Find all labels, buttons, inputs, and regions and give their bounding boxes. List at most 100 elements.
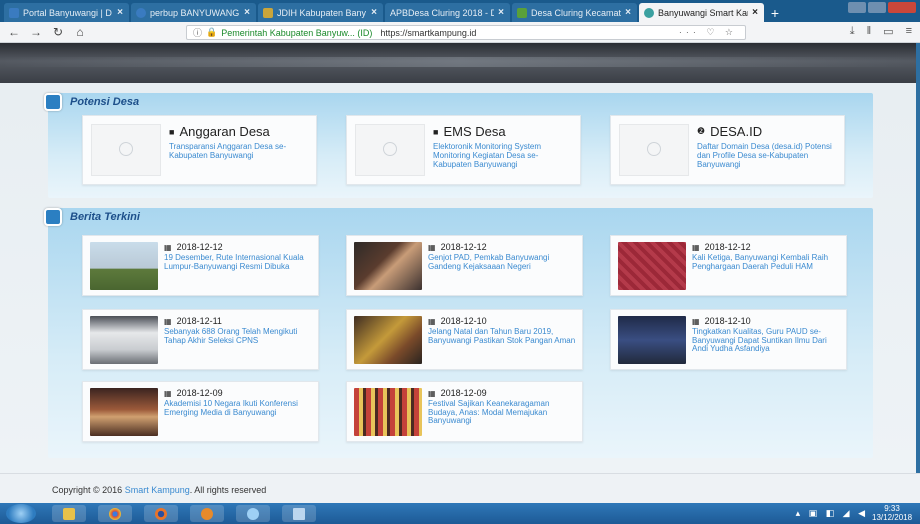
news-card[interactable]: ▦ 2018-12-10 Tingkatkan Kualitas, Guru PA… bbox=[610, 309, 847, 370]
tab-title: perbup BANYUWANG bbox=[150, 7, 240, 18]
library-icon[interactable]: ‖ bbox=[867, 25, 872, 38]
smart-kampung-logo bbox=[619, 124, 689, 176]
home-icon[interactable]: ⌂ bbox=[72, 25, 88, 39]
potensi-title[interactable]: ■ Anggaran Desa bbox=[169, 124, 270, 139]
calendar-icon: ▦ bbox=[164, 316, 172, 326]
close-tab-icon[interactable]: × bbox=[117, 7, 123, 18]
potensi-title-text[interactable]: Anggaran Desa bbox=[179, 124, 269, 139]
site-identity[interactable]: Pemerintah Kabupaten Banyuw... (ID) bbox=[221, 28, 372, 38]
section-header: Potensi Desa bbox=[44, 93, 873, 113]
browser-tab[interactable]: Portal Banyuwangi | D × bbox=[4, 3, 129, 22]
news-title-link[interactable]: 19 Desember, Rute Internasional Kuala Lu… bbox=[164, 253, 314, 271]
news-thumbnail[interactable] bbox=[90, 242, 158, 290]
news-thumbnail[interactable] bbox=[618, 316, 686, 364]
news-card[interactable]: ▦ 2018-12-12 Genjot PAD, Pemkab Banyuwang… bbox=[346, 235, 583, 296]
potensi-title-text[interactable]: DESA.ID bbox=[710, 124, 762, 139]
news-title-link[interactable]: Jelang Natal dan Tahun Baru 2019, Banyuw… bbox=[428, 327, 578, 345]
news-title-link[interactable]: Kali Ketiga, Banyuwangi Kembali Raih Pen… bbox=[692, 253, 842, 271]
news-thumbnail[interactable] bbox=[90, 388, 158, 436]
reload-icon[interactable]: ↻ bbox=[50, 25, 66, 39]
copyright-prefix: Copyright © 2016 bbox=[52, 485, 123, 495]
news-title-link[interactable]: Tingkatkan Kualitas, Guru PAUD se- Banyu… bbox=[692, 327, 842, 354]
maximize-button[interactable] bbox=[868, 2, 886, 13]
news-title-link[interactable]: Genjot PAD, Pemkab Banyuwangi Gandeng Ke… bbox=[428, 253, 578, 271]
news-title-link[interactable]: Festival Sajikan Keanekaragaman Budaya, … bbox=[428, 399, 578, 426]
news-thumbnail[interactable] bbox=[354, 388, 422, 436]
brand-link[interactable]: Smart Kampung bbox=[125, 485, 190, 495]
settings-app-icon[interactable] bbox=[190, 505, 224, 522]
system-tray[interactable]: ▴ ▣ ◧ ◢ ◀ bbox=[796, 508, 868, 519]
news-card[interactable]: ▦ 2018-12-12 19 Desember, Rute Internasio… bbox=[82, 235, 319, 296]
close-tab-icon[interactable]: × bbox=[752, 7, 758, 18]
clock-date: 13/12/2018 bbox=[872, 513, 913, 522]
sidebar-icon[interactable]: ▭ bbox=[883, 25, 893, 38]
news-card[interactable]: ▦ 2018-12-09 Akademisi 10 Negara Ikuti Ko… bbox=[82, 381, 319, 442]
browser-tab[interactable]: perbup BANYUWANG × bbox=[131, 3, 256, 22]
news-card[interactable]: ▦ 2018-12-10 Jelang Natal dan Tahun Baru … bbox=[346, 309, 583, 370]
chrome-icon[interactable] bbox=[98, 505, 132, 522]
info-icon[interactable]: ⓘ bbox=[193, 26, 202, 39]
news-thumbnail[interactable] bbox=[618, 242, 686, 290]
news-date: ▦ 2018-12-09 bbox=[428, 388, 487, 398]
news-title-link[interactable]: Akademisi 10 Negara Ikuti Konferensi Eme… bbox=[164, 399, 314, 417]
browser-tab[interactable]: APBDesa Cluring 2018 - D × bbox=[385, 3, 510, 22]
close-tab-icon[interactable]: × bbox=[625, 7, 631, 18]
news-thumbnail[interactable] bbox=[354, 316, 422, 364]
tab-title: JDIH Kabupaten Bany bbox=[277, 7, 367, 18]
section-title: Berita Terkini bbox=[70, 211, 140, 223]
forward-icon[interactable]: → bbox=[28, 25, 44, 39]
news-date-text: 2018-12-10 bbox=[440, 316, 487, 326]
section-icon bbox=[44, 208, 62, 226]
potensi-card-anggaran[interactable]: ■ Anggaran Desa Transparansi Anggaran De… bbox=[82, 115, 317, 185]
section-icon bbox=[44, 93, 62, 111]
browser-tab[interactable]: JDIH Kabupaten Bany × bbox=[258, 3, 383, 22]
browser-tab[interactable]: Desa Cluring Kecamat × bbox=[512, 3, 637, 22]
news-thumbnail[interactable] bbox=[90, 316, 158, 364]
globe-icon: ❷ bbox=[697, 126, 706, 136]
potensi-card-desaid[interactable]: ❷ DESA.ID Daftar Domain Desa (desa.id) P… bbox=[610, 115, 845, 185]
calendar-icon: ▦ bbox=[164, 388, 172, 398]
news-date: ▦ 2018-12-11 bbox=[164, 316, 222, 326]
potensi-title-text[interactable]: EMS Desa bbox=[443, 124, 505, 139]
close-tab-icon[interactable]: × bbox=[371, 7, 377, 18]
lock-icon[interactable]: 🔒 bbox=[206, 27, 217, 38]
news-title-link[interactable]: Sebanyak 688 Orang Telah Mengikuti Tahap… bbox=[164, 327, 314, 345]
toolbar-right: ⤓ ‖ ▭ ≡ bbox=[850, 25, 912, 38]
tab-title: APBDesa Cluring 2018 - D bbox=[390, 7, 495, 18]
os-taskbar: ▴ ▣ ◧ ◢ ◀ 9:33 13/12/2018 bbox=[0, 503, 920, 524]
news-card[interactable]: ▦ 2018-12-12 Kali Ketiga, Banyuwangi Kemb… bbox=[610, 235, 847, 296]
calendar-icon: ▦ bbox=[164, 242, 172, 252]
potensi-title[interactable]: ■ EMS Desa bbox=[433, 124, 506, 139]
favicon-icon bbox=[644, 7, 654, 18]
potensi-card-ems[interactable]: ■ EMS Desa Elektoronik Monitoring System… bbox=[346, 115, 581, 185]
browser-tab-bar: Portal Banyuwangi | D × perbup BANYUWANG… bbox=[0, 0, 920, 22]
news-card[interactable]: ▦ 2018-12-11 Sebanyak 688 Orang Telah Men… bbox=[82, 309, 319, 370]
menu-icon[interactable]: ≡ bbox=[906, 25, 912, 38]
url-text[interactable]: https://smartkampung.id bbox=[380, 28, 476, 38]
window-app-icon[interactable] bbox=[282, 505, 316, 522]
calendar-icon: ▦ bbox=[692, 316, 700, 326]
file-explorer-icon[interactable] bbox=[52, 505, 86, 522]
news-thumbnail[interactable] bbox=[354, 242, 422, 290]
new-tab-button[interactable]: + bbox=[766, 3, 784, 22]
download-icon[interactable]: ⤓ bbox=[850, 25, 855, 38]
news-card[interactable]: ▦ 2018-12-09 Festival Sajikan Keanekaraga… bbox=[346, 381, 583, 442]
minimize-button[interactable] bbox=[848, 2, 866, 13]
close-tab-icon[interactable]: × bbox=[244, 7, 250, 18]
close-window-button[interactable] bbox=[888, 2, 916, 13]
taskbar-clock[interactable]: 9:33 13/12/2018 bbox=[872, 504, 912, 522]
address-bar[interactable]: ⓘ 🔒 Pemerintah Kabupaten Banyuw... (ID) … bbox=[186, 25, 746, 40]
browser-tab-active[interactable]: Banyuwangi Smart Kam × bbox=[639, 3, 764, 22]
news-date-text: 2018-12-10 bbox=[704, 316, 751, 326]
page-footer: Copyright © 2016 Smart Kampung. All righ… bbox=[0, 473, 920, 503]
back-icon[interactable]: ← bbox=[6, 25, 22, 39]
page-actions[interactable]: ··· ♡ ☆ bbox=[679, 27, 737, 38]
start-button[interactable] bbox=[6, 504, 36, 523]
browser-app-icon[interactable] bbox=[236, 505, 270, 522]
calendar-icon: ▦ bbox=[692, 242, 700, 252]
close-tab-icon[interactable]: × bbox=[498, 7, 504, 18]
scrollbar[interactable] bbox=[916, 43, 920, 503]
news-date-text: 2018-12-09 bbox=[440, 388, 487, 398]
firefox-icon[interactable] bbox=[144, 505, 178, 522]
potensi-title[interactable]: ❷ DESA.ID bbox=[697, 124, 762, 139]
